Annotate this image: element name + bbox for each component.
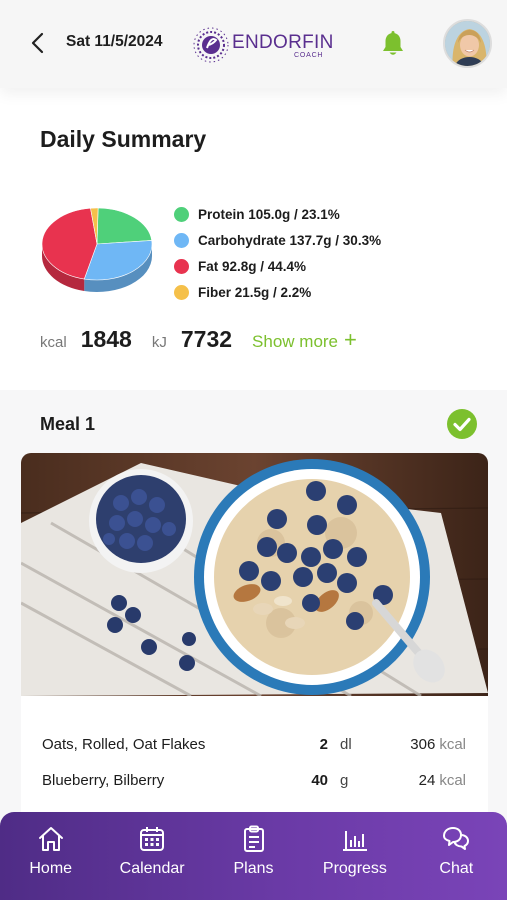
food-kcal: 24 kcal — [419, 772, 466, 789]
food-quantity-unit: g — [340, 772, 349, 789]
bottom-navigation: Home Calendar Plans Progress Chat — [0, 812, 507, 900]
legend-label-protein: Protein 105.0g / 23.1% — [198, 206, 340, 222]
daily-summary-title: Daily Summary — [40, 126, 207, 152]
meal-food-list: Oats, Rolled, Oat Flakes 2 dl 306 kcal Bl… — [21, 696, 488, 816]
food-quantity-unit: dl — [340, 736, 352, 753]
oatmeal-bowl-image — [21, 453, 488, 696]
meal-completed-toggle[interactable] — [446, 408, 478, 440]
legend-label-fat: Fat 92.8g / 44.4% — [198, 258, 307, 274]
chevron-left-icon — [31, 32, 44, 54]
nav-label-home: Home — [29, 860, 73, 877]
home-icon — [38, 827, 63, 851]
clipboard-icon — [243, 825, 264, 852]
legend-dot-carbohydrate — [174, 232, 189, 248]
bar-chart-icon — [342, 831, 367, 851]
food-name: Blueberry, Bilberry — [42, 772, 165, 789]
top-bar: Sat 11/5/2024 ENDORFIN COACH — [0, 0, 507, 88]
food-kcal-value: 306 — [410, 736, 436, 753]
legend-label-carbohydrate: Carbohydrate 137.7g / 30.3% — [198, 232, 382, 248]
bell-icon — [383, 31, 403, 55]
legend-item-fiber: Fiber 21.5g / 2.2% — [174, 279, 381, 305]
food-row[interactable]: Blueberry, Bilberry 40 g 24 kcal — [21, 772, 488, 802]
nav-label-chat: Chat — [439, 860, 474, 877]
endorfin-logo: ENDORFIN COACH — [192, 24, 342, 64]
food-kcal-value: 24 — [418, 772, 436, 789]
profile-avatar[interactable] — [443, 19, 492, 68]
notifications-button[interactable] — [380, 30, 406, 58]
food-kcal-unit: kcal — [439, 772, 466, 789]
chat-icon — [443, 827, 470, 850]
nav-item-plans[interactable]: Plans — [203, 812, 304, 900]
legend-item-fat: Fat 92.8g / 44.4% — [174, 253, 381, 279]
logo-subtext: COACH — [294, 52, 324, 59]
kj-label: kJ — [151, 334, 167, 351]
food-quantity: 2 — [319, 736, 328, 753]
food-kcal-unit: kcal — [439, 736, 466, 753]
nav-item-calendar[interactable]: Calendar — [101, 812, 202, 900]
back-button[interactable] — [24, 30, 50, 56]
food-quantity: 40 — [311, 772, 328, 789]
food-name: Oats, Rolled, Oat Flakes — [42, 736, 206, 753]
show-more-button[interactable]: Show more + — [252, 329, 357, 352]
legend-dot-fiber — [174, 284, 189, 300]
check-circle-icon — [447, 409, 477, 439]
pie-slice-protein[interactable] — [96, 207, 153, 245]
meal-title[interactable]: Meal 1 — [40, 414, 95, 435]
show-more-label: Show more — [252, 332, 339, 351]
logo-wordmark: ENDORFIN — [232, 32, 334, 53]
nav-label-calendar: Calendar — [119, 860, 185, 877]
kj-value: 7732 — [180, 326, 233, 352]
legend-label-fiber: Fiber 21.5g / 2.2% — [198, 284, 312, 300]
date-selector[interactable]: Sat 11/5/2024 — [66, 33, 163, 51]
meal-photo[interactable] — [21, 453, 488, 696]
kcal-label: kcal — [40, 334, 67, 351]
kcal-value: 1848 — [80, 326, 132, 352]
nav-label-progress: Progress — [322, 860, 387, 877]
daily-summary-card: Daily Summary Protein 105.0g / 23.1% Car… — [0, 88, 507, 390]
plus-icon: + — [344, 327, 357, 352]
food-row[interactable]: Oats, Rolled, Oat Flakes 2 dl 306 kcal — [21, 736, 488, 766]
logo-mark-icon — [193, 27, 229, 63]
nav-item-home[interactable]: Home — [0, 812, 101, 900]
macronutrient-pie-chart[interactable] — [40, 204, 158, 300]
energy-totals: kcal 1848 kJ 7732 Show more + — [40, 326, 357, 353]
nav-label-plans: Plans — [233, 860, 274, 877]
legend-item-carbohydrate: Carbohydrate 137.7g / 30.3% — [174, 227, 381, 253]
calendar-icon — [140, 827, 165, 851]
legend-dot-protein — [174, 206, 189, 222]
nav-item-chat[interactable]: Chat — [406, 812, 507, 900]
legend-item-protein: Protein 105.0g / 23.1% — [174, 201, 381, 227]
macronutrient-legend: Protein 105.0g / 23.1% Carbohydrate 137.… — [174, 201, 381, 305]
food-kcal: 306 kcal — [410, 736, 466, 753]
legend-dot-fat — [174, 258, 189, 274]
avatar-image — [445, 21, 490, 66]
nav-item-progress[interactable]: Progress — [304, 812, 405, 900]
